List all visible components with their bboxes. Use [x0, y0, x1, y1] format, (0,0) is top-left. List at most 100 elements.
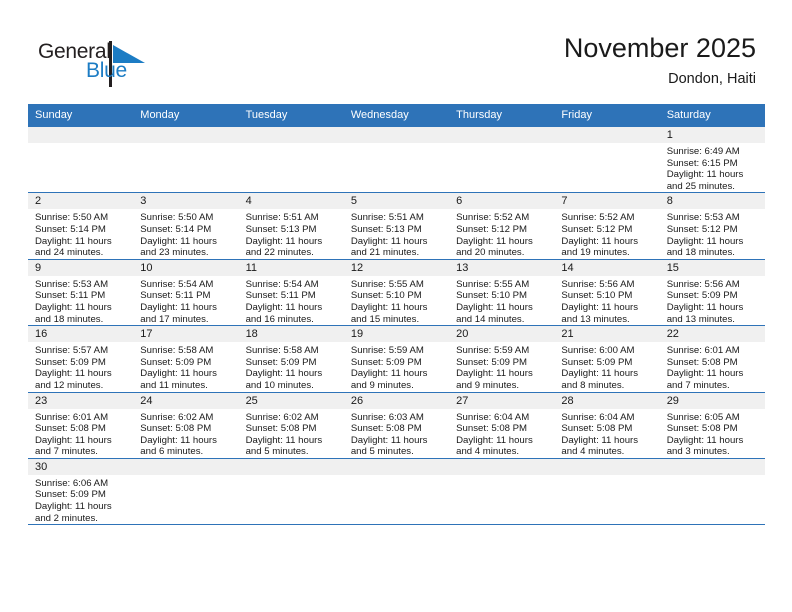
sunset-time: Sunset: 5:10 PM [350, 290, 422, 302]
daylight-duration-line-2: and 6 minutes. [140, 446, 204, 458]
daylight-duration-line-1: Daylight: 11 hours [350, 368, 428, 380]
calendar-day-cell[interactable]: 15 Sunrise: 5:56 AM Sunset: 5:09 PM Dayligh… [659, 258, 765, 326]
calendar-day-cell[interactable]: 18 Sunrise: 5:58 AM Sunset: 5:09 PM Dayligh… [238, 325, 344, 392]
calendar-day-cell[interactable]: 13 Sunrise: 5:55 AM Sunset: 5:10 PM Dayligh… [449, 258, 555, 326]
calendar-day-cell[interactable]: 17 Sunrise: 5:58 AM Sunset: 5:09 PM Dayligh… [133, 325, 239, 392]
calendar-cell-inner: 15 Sunrise: 5:56 AM Sunset: 5:09 PM Dayligh… [659, 259, 765, 325]
calendar-empty-cell [343, 125, 450, 193]
sunrise-time: Sunrise: 6:02 AM [140, 411, 214, 423]
calendar-day-cell[interactable]: 7 Sunrise: 5:52 AM Sunset: 5:12 PM Daylight… [554, 192, 660, 260]
daylight-duration-line-1: Daylight: 11 hours [140, 301, 217, 313]
daylight-duration-line-1: Daylight: 11 hours [666, 169, 744, 181]
daylight-duration-line-2: and 18 minutes. [35, 313, 104, 325]
day-number: 24 [133, 392, 239, 409]
location-label: Dondon, Haiti [668, 71, 756, 87]
calendar-day-cell[interactable]: 16 Sunrise: 5:57 AM Sunset: 5:09 PM Dayligh… [28, 325, 134, 392]
calendar-cell-inner: 26 Sunrise: 6:03 AM Sunset: 5:08 PM Dayligh… [343, 392, 450, 458]
daylight-duration-line-2: and 8 minutes. [561, 379, 625, 391]
sunrise-time: Sunrise: 5:55 AM [350, 278, 424, 290]
calendar-cell-inner: 17 Sunrise: 5:58 AM Sunset: 5:09 PM Dayligh… [133, 326, 239, 391]
sunrise-time: Sunrise: 6:01 AM [35, 411, 109, 423]
calendar-cell-inner: 4 Sunrise: 5:51 AM Sunset: 5:13 PM Daylight… [238, 193, 344, 258]
daylight-duration-line-2: and 5 minutes. [245, 446, 309, 458]
calendar-day-cell[interactable]: 5 Sunrise: 5:51 AM Sunset: 5:13 PM Daylight… [343, 192, 450, 260]
calendar-cell-inner [238, 458, 344, 524]
day-number [659, 458, 765, 475]
calendar-day-cell[interactable]: 4 Sunrise: 5:51 AM Sunset: 5:13 PM Daylight… [238, 192, 344, 260]
day-details: Sunrise: 5:59 AM Sunset: 5:09 PM Daylight:… [449, 342, 554, 391]
calendar-day-cell[interactable]: 22 Sunrise: 6:01 AM Sunset: 5:08 PM Dayligh… [659, 325, 765, 392]
daylight-duration-line-1: Daylight: 11 hours [35, 301, 112, 313]
day-details: Sunrise: 5:50 AM Sunset: 5:14 PM Daylight:… [28, 209, 133, 258]
day-details: Sunrise: 5:53 AM Sunset: 5:11 PM Daylight:… [28, 276, 133, 325]
day-number: 6 [449, 193, 555, 210]
sunrise-time: Sunrise: 5:52 AM [456, 212, 530, 224]
sunrise-time: Sunrise: 6:04 AM [561, 411, 635, 423]
calendar-cell-inner [133, 458, 239, 524]
calendar-day-cell[interactable]: 27 Sunrise: 6:04 AM Sunset: 5:08 PM Dayligh… [449, 391, 555, 459]
daylight-duration-line-1: Daylight: 11 hours [140, 434, 217, 446]
calendar-day-cell[interactable]: 6 Sunrise: 5:52 AM Sunset: 5:12 PM Daylight… [449, 192, 555, 260]
calendar-day-cell[interactable]: 23 Sunrise: 6:01 AM Sunset: 5:08 PM Dayligh… [28, 391, 134, 459]
calendar-day-cell[interactable]: 19 Sunrise: 5:59 AM Sunset: 5:09 PM Dayligh… [343, 325, 450, 392]
calendar-day-cell[interactable]: 10 Sunrise: 5:54 AM Sunset: 5:11 PM Dayligh… [133, 258, 239, 326]
sunrise-time: Sunrise: 5:58 AM [245, 345, 319, 357]
day-details: Sunrise: 5:56 AM Sunset: 5:10 PM Daylight:… [554, 276, 659, 325]
sunrise-time: Sunrise: 5:51 AM [350, 212, 424, 224]
sunrise-time: Sunrise: 5:57 AM [35, 345, 109, 357]
sunrise-time: Sunrise: 6:49 AM [666, 146, 740, 157]
sunrise-time: Sunrise: 5:50 AM [35, 212, 109, 224]
calendar-day-cell[interactable]: 26 Sunrise: 6:03 AM Sunset: 5:08 PM Dayligh… [343, 391, 450, 459]
calendar-cell-inner [659, 458, 765, 524]
daylight-duration-line-1: Daylight: 11 hours [561, 235, 639, 247]
daylight-duration-line-1: Daylight: 11 hours [666, 368, 744, 380]
calendar-empty-cell [554, 457, 660, 526]
day-details: Sunrise: 6:02 AM Sunset: 5:08 PM Daylight:… [133, 409, 238, 458]
calendar-day-cell[interactable]: 2 Sunrise: 5:50 AM Sunset: 5:14 PM Daylight… [28, 192, 134, 260]
calendar-day-cell[interactable]: 29 Sunrise: 6:05 AM Sunset: 5:08 PM Dayligh… [659, 391, 765, 459]
sunset-time: Sunset: 5:08 PM [666, 356, 738, 368]
day-details: Sunrise: 5:52 AM Sunset: 5:12 PM Daylight:… [449, 209, 554, 258]
calendar-cell-inner: 1 Sunrise: 6:49 AM Sunset: 6:15 PM Daylight… [659, 127, 765, 192]
calendar-empty-cell [554, 125, 660, 193]
calendar-cell-inner [238, 127, 344, 192]
calendar-day-cell[interactable]: 25 Sunrise: 6:02 AM Sunset: 5:08 PM Dayligh… [238, 391, 344, 459]
daylight-duration-line-2: and 13 minutes. [561, 313, 630, 325]
calendar-day-cell[interactable]: 8 Sunrise: 5:53 AM Sunset: 5:12 PM Daylight… [659, 192, 765, 260]
calendar-day-cell[interactable]: 1 Sunrise: 6:49 AM Sunset: 6:15 PM Daylight… [659, 125, 765, 193]
calendar-day-cell[interactable]: 30 Sunrise: 6:06 AM Sunset: 5:09 PM Dayligh… [28, 457, 134, 526]
daylight-duration-line-1: Daylight: 11 hours [561, 368, 639, 380]
daylight-duration-line-1: Daylight: 11 hours [140, 235, 217, 247]
calendar-day-cell[interactable]: 28 Sunrise: 6:04 AM Sunset: 5:08 PM Dayligh… [554, 391, 660, 459]
calendar-day-cell[interactable]: 9 Sunrise: 5:53 AM Sunset: 5:11 PM Daylight… [28, 258, 134, 326]
daylight-duration-line-1: Daylight: 11 hours [666, 235, 744, 247]
daylight-duration-line-1: Daylight: 11 hours [245, 301, 323, 313]
calendar-day-cell[interactable]: 21 Sunrise: 6:00 AM Sunset: 5:09 PM Dayligh… [554, 325, 660, 392]
day-number: 10 [133, 259, 239, 276]
sunset-time: Sunset: 5:14 PM [140, 223, 212, 235]
weekday-header-wednesday: Wednesday [343, 104, 450, 127]
calendar-empty-cell [238, 457, 344, 526]
calendar-day-cell[interactable]: 11 Sunrise: 5:54 AM Sunset: 5:11 PM Dayligh… [238, 258, 344, 326]
day-number: 14 [554, 259, 660, 276]
daylight-duration-line-1: Daylight: 11 hours [666, 301, 744, 313]
calendar-week-row: 30 Sunrise: 6:06 AM Sunset: 5:09 PM Dayligh… [28, 457, 765, 526]
calendar-day-cell[interactable]: 24 Sunrise: 6:02 AM Sunset: 5:08 PM Dayligh… [133, 391, 239, 459]
page-header: General Blue November 2025 Dondon, Haiti [0, 0, 792, 104]
calendar-day-cell[interactable]: 3 Sunrise: 5:50 AM Sunset: 5:14 PM Daylight… [133, 192, 239, 260]
general-blue-logo[interactable]: General Blue [38, 40, 218, 88]
calendar-day-cell[interactable]: 12 Sunrise: 5:55 AM Sunset: 5:10 PM Dayligh… [343, 258, 450, 326]
daylight-duration-line-2: and 4 minutes. [456, 446, 520, 458]
calendar-cell-inner: 12 Sunrise: 5:55 AM Sunset: 5:10 PM Dayligh… [343, 259, 450, 325]
day-details: Sunrise: 5:54 AM Sunset: 5:11 PM Daylight:… [239, 276, 344, 325]
day-number: 25 [238, 392, 344, 409]
sunset-time: Sunset: 5:12 PM [666, 223, 738, 235]
calendar-day-cell[interactable]: 20 Sunrise: 5:59 AM Sunset: 5:09 PM Dayligh… [449, 325, 555, 392]
calendar-cell-inner [554, 458, 660, 524]
day-number: 28 [554, 392, 660, 409]
calendar-day-cell[interactable]: 14 Sunrise: 5:56 AM Sunset: 5:10 PM Dayligh… [554, 258, 660, 326]
daylight-duration-line-2: and 4 minutes. [561, 446, 625, 458]
day-details: Sunrise: 5:57 AM Sunset: 5:09 PM Daylight:… [28, 342, 133, 391]
day-number [449, 458, 555, 475]
daylight-duration-line-1: Daylight: 11 hours [35, 235, 112, 247]
